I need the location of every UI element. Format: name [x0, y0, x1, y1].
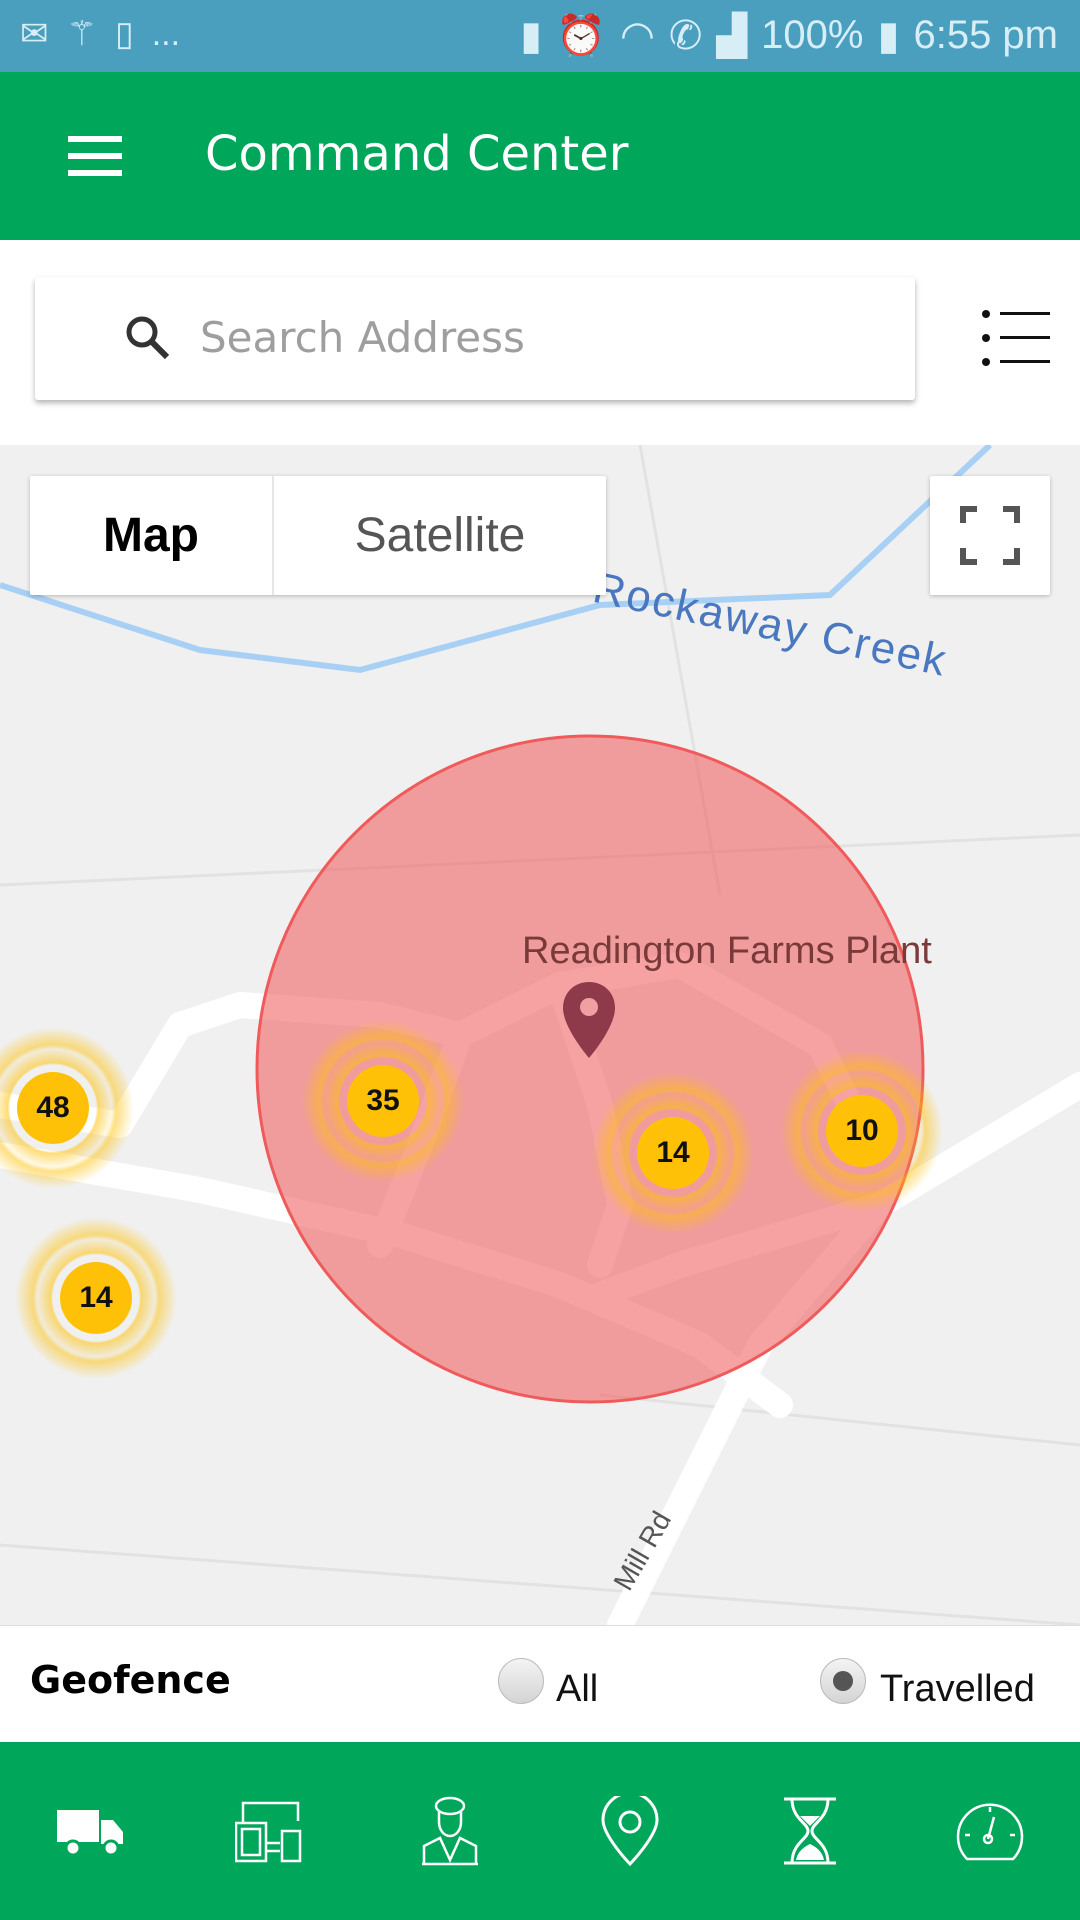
magic-wand-icon: ⚚ — [66, 15, 97, 53]
bottom-nav — [0, 1742, 1080, 1920]
battery-saver-icon: ▮ — [520, 13, 543, 58]
nav-speed[interactable] — [940, 1786, 1040, 1876]
radio-travelled[interactable] — [820, 1658, 866, 1704]
list-view-icon[interactable] — [980, 308, 1050, 368]
map-type-map-button[interactable]: Map — [30, 476, 274, 595]
app-bar: Command Center — [0, 72, 1080, 240]
nav-drivers[interactable] — [400, 1786, 500, 1876]
nav-locations[interactable] — [580, 1786, 680, 1876]
search-icon — [126, 316, 170, 360]
clock: 6:55 pm — [913, 13, 1058, 57]
devices-icon — [235, 1801, 302, 1863]
hourglass-icon — [784, 1797, 836, 1865]
battery-percent: 100% — [761, 13, 864, 57]
status-bar: ✉ ⚚ ▯ ... ▮ ⏰ ◠ ✆ ▟ 100% ▮ 6:55 pm — [0, 0, 1080, 72]
radio-all-label[interactable]: All — [556, 1668, 598, 1711]
place-pin-icon[interactable] — [560, 980, 618, 1060]
map-view[interactable]: Rockaway Creek Readington Farms Plant Mi… — [0, 445, 1080, 1625]
nav-history[interactable] — [760, 1786, 860, 1876]
search-placeholder: Search Address — [200, 313, 525, 362]
map-type-toggle: Map Satellite — [30, 476, 606, 595]
more-notifications: ... — [151, 14, 181, 53]
driver-icon — [422, 1796, 478, 1866]
geofence-circle — [255, 734, 925, 1404]
wifi-icon: ◠ — [619, 13, 655, 58]
vehicle-cluster[interactable]: 35 — [347, 1065, 419, 1137]
location-pin-icon — [601, 1796, 659, 1866]
search-input[interactable]: Search Address — [35, 277, 915, 400]
nav-vehicles[interactable] — [40, 1786, 140, 1876]
page-title: Command Center — [205, 126, 629, 182]
vehicle-cluster[interactable]: 14 — [637, 1117, 709, 1189]
truck-icon — [57, 1810, 123, 1856]
speedometer-icon — [956, 1803, 1024, 1861]
vehicle-cluster[interactable]: 10 — [826, 1095, 898, 1167]
signal-icon: ▟ — [716, 13, 748, 58]
battery-icon: ▮ — [877, 13, 900, 58]
place-label: Readington Farms Plant — [522, 930, 932, 972]
geofence-filter-bar: Geofence All Travelled — [0, 1625, 1080, 1742]
gmail-icon: ✉ — [20, 15, 49, 53]
vehicle-cluster[interactable]: 48 — [17, 1072, 89, 1144]
nav-devices[interactable] — [220, 1786, 320, 1876]
radio-travelled-label[interactable]: Travelled — [880, 1668, 1035, 1711]
fullscreen-button[interactable] — [930, 476, 1050, 595]
radio-all[interactable] — [498, 1658, 544, 1704]
fullscreen-icon — [960, 506, 1020, 565]
wifi-calling-icon: ✆ — [668, 13, 703, 58]
map-type-satellite-button[interactable]: Satellite — [274, 476, 606, 595]
screen-timer-icon: ▯ — [114, 15, 134, 53]
vehicle-cluster[interactable]: 14 — [60, 1262, 132, 1334]
geofence-label: Geofence — [30, 1658, 231, 1702]
hamburger-menu-icon[interactable] — [68, 136, 122, 176]
alarm-icon: ⏰ — [556, 14, 606, 58]
